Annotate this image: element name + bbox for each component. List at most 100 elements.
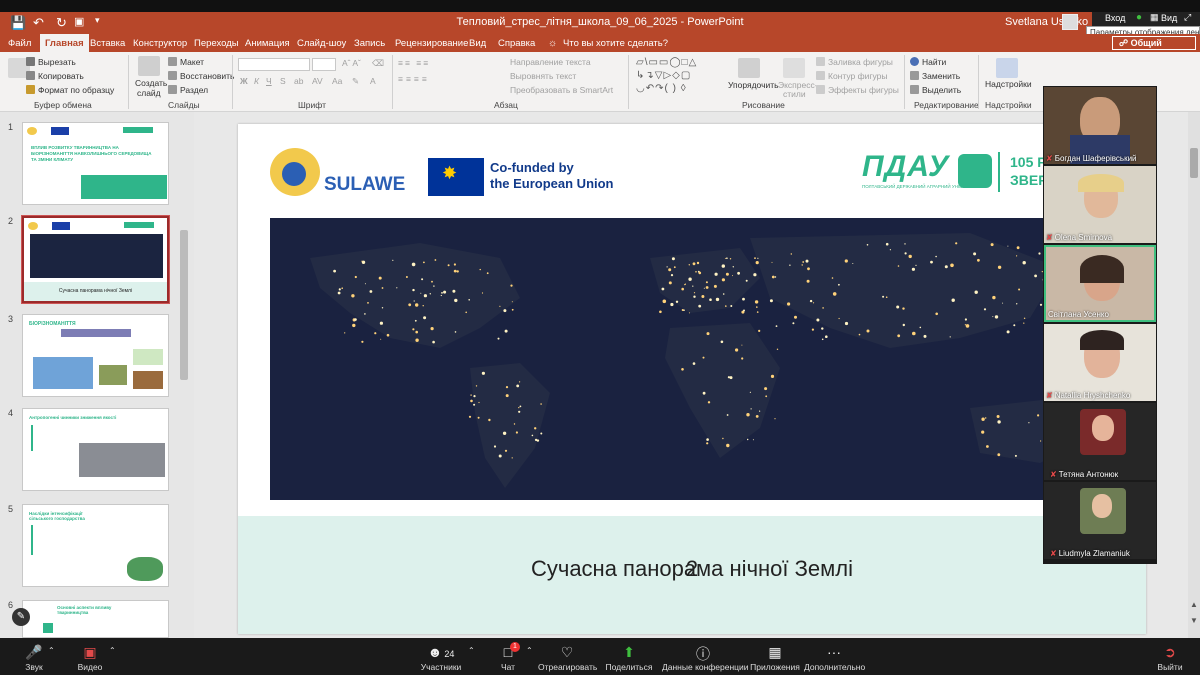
shape-outline-button[interactable]: Контур фигуры <box>816 71 887 81</box>
cut-label: Вырезать <box>38 57 76 67</box>
slide-scrollbar[interactable]: ▲ ▼ <box>1188 112 1200 638</box>
video-button[interactable]: ▣ Видео <box>70 638 110 672</box>
highlight-icon[interactable]: ✎ <box>352 76 359 87</box>
city-light <box>955 242 958 245</box>
underline-icon[interactable]: Ч <box>266 76 272 86</box>
participant-tile[interactable]: ✘ Богдан Шаферівський <box>1044 87 1156 164</box>
participant-tile-active-speaker[interactable]: Світлана Усенко <box>1044 245 1156 322</box>
copy-button[interactable]: Копировать <box>26 71 84 81</box>
format-painter-button[interactable]: Формат по образцу <box>26 85 114 95</box>
participant-tile[interactable]: ✘ Liudmyla Zlamaniuk <box>1044 482 1156 559</box>
replace-button[interactable]: Заменить <box>910 71 960 81</box>
prev-slide-icon[interactable]: ▲ <box>1190 600 1198 609</box>
zoom-view-label[interactable]: Вид <box>1161 13 1177 23</box>
share-button[interactable]: ☍ Общий доступ <box>1112 36 1196 60</box>
smartart-button[interactable]: Преобразовать в SmartArt <box>510 85 613 95</box>
shadow-icon[interactable]: S <box>280 76 286 86</box>
section-button[interactable]: Раздел <box>168 85 208 95</box>
quick-styles-icon[interactable] <box>783 58 805 78</box>
react-button[interactable]: ♡ Отреагировать <box>538 638 597 672</box>
font-color-icon[interactable]: A <box>370 76 376 86</box>
participant-tile[interactable]: ✘ Тетяна Антонюк <box>1044 403 1156 480</box>
current-slide[interactable]: SULAWE ✸ Co-funded by the European Union… <box>238 124 1146 634</box>
shape-effects-button[interactable]: Эффекты фигуры <box>816 85 899 95</box>
font-family-select[interactable] <box>238 58 310 71</box>
apps-button[interactable]: ▦ Приложения <box>750 638 800 672</box>
chat-button[interactable]: □ Чат <box>492 638 524 672</box>
pen-icon[interactable]: ✎ <box>12 608 30 626</box>
zoom-enter-label[interactable]: Вход <box>1105 13 1125 23</box>
meeting-info-button[interactable]: ⓘ Данные конференции <box>662 638 749 672</box>
participant-tile[interactable]: ✘ Olena Smirnova <box>1044 166 1156 243</box>
grow-font-icon[interactable]: Aˆ Aˇ <box>342 58 361 68</box>
account-avatar[interactable] <box>1062 14 1078 30</box>
participants-options-chevron-icon[interactable]: ⌃ <box>468 646 475 655</box>
city-light <box>701 295 705 298</box>
case-icon[interactable]: Aa <box>332 76 342 86</box>
align-text-button[interactable]: Выровнять текст <box>510 71 576 81</box>
italic-icon[interactable]: К <box>254 76 259 86</box>
tab-insert[interactable]: Вставка <box>90 38 125 49</box>
quick-styles-label-2[interactable]: стили <box>783 89 806 99</box>
clear-format-icon[interactable]: ⌫ <box>372 58 384 69</box>
participants-button[interactable]: ☻ 24 Участники <box>418 638 464 672</box>
city-light <box>930 260 933 264</box>
tab-record[interactable]: Запись <box>354 38 385 49</box>
replace-label: Заменить <box>922 71 961 81</box>
fullscreen-icon[interactable]: ⤢ <box>1184 12 1191 23</box>
addins-button-label[interactable]: Надстройки <box>985 79 1032 89</box>
cut-button[interactable]: Вырезать <box>26 57 76 67</box>
select-button[interactable]: Выделить <box>910 85 961 95</box>
new-slide-icon[interactable] <box>138 56 160 76</box>
bold-icon[interactable]: Ж <box>240 76 248 86</box>
slide-thumbnail-2[interactable]: Сучасна панорама нічної Землі <box>21 215 170 304</box>
arrange-label[interactable]: Упорядочить <box>728 80 779 90</box>
tab-slideshow[interactable]: Слайд-шоу <box>297 38 346 49</box>
city-light <box>405 276 408 278</box>
new-slide-label-2[interactable]: слайд <box>137 88 161 98</box>
slide-thumbnail-1[interactable]: ВПЛИВ РОЗВИТКУ ТВАРИННИЦТВА НА БІОРІЗНОМ… <box>22 122 169 205</box>
shapes-gallery[interactable]: ▱\▭▭◯□△ <box>636 57 697 68</box>
tab-review[interactable]: Рецензирование <box>395 38 468 49</box>
spacing-icon[interactable]: AV <box>312 76 323 86</box>
addins-icon[interactable] <box>996 58 1018 78</box>
scroll-thumb[interactable] <box>1190 148 1198 178</box>
layout-button[interactable]: Макет <box>168 57 204 67</box>
list-buttons-icon[interactable]: ≡≡ ≡≡ <box>398 58 430 68</box>
slide-thumbnail-6[interactable]: Основні аспекти впливу тваринництва <box>22 600 169 638</box>
audio-options-chevron-icon[interactable]: ⌃ <box>48 646 55 655</box>
tab-help[interactable]: Справка <box>498 38 535 49</box>
leave-button[interactable]: ➲ Выйти <box>1152 638 1188 672</box>
new-slide-label[interactable]: Создать <box>135 78 167 88</box>
tell-me-search[interactable]: Что вы хотите сделать? <box>563 38 668 49</box>
tab-transitions[interactable]: Переходы <box>194 38 239 49</box>
slide-thumbnail-4[interactable]: Антропогенні чинники зниження якості <box>22 408 169 491</box>
video-options-chevron-icon[interactable]: ⌃ <box>109 646 116 655</box>
slide-thumbnail-3[interactable]: БІОРІЗНОМАНІТТЯ <box>22 314 169 397</box>
shapes-gallery-row2[interactable]: ↳↴▽▷◇▢ <box>636 70 691 81</box>
audio-button[interactable]: 🎤 Звук <box>14 638 54 672</box>
tab-animations[interactable]: Анимация <box>245 38 290 49</box>
align-buttons-icon[interactable]: ≡≡≡≡ <box>398 74 430 84</box>
tab-home[interactable]: Главная <box>40 34 89 52</box>
shape-fill-button[interactable]: Заливка фигуры <box>816 57 893 67</box>
font-size-select[interactable] <box>312 58 336 71</box>
grid-icon[interactable]: ▦ <box>1150 12 1159 23</box>
tab-view[interactable]: Вид <box>469 38 486 49</box>
strikethrough-icon[interactable]: ab <box>294 76 303 86</box>
slide-thumbnail-5[interactable]: Наслідки інтенсифікації сільського госпо… <box>22 504 169 587</box>
share-screen-button[interactable]: ⬆ Поделиться <box>604 638 654 672</box>
arrange-icon[interactable] <box>738 58 760 78</box>
thumbnails-scrollbar[interactable] <box>180 230 188 380</box>
next-slide-icon[interactable]: ▼ <box>1190 616 1198 625</box>
city-light <box>743 309 745 312</box>
chat-options-chevron-icon[interactable]: ⌃ <box>526 646 533 655</box>
find-button[interactable]: Найти <box>910 57 946 67</box>
tab-file[interactable]: Файл <box>8 38 31 49</box>
more-button[interactable]: ··· Дополнительно <box>804 638 865 672</box>
tab-design[interactable]: Конструктор <box>133 38 187 49</box>
reset-button[interactable]: Восстановить <box>168 71 234 81</box>
participant-tile[interactable]: ✘ Natallia Hryshchenko <box>1044 324 1156 401</box>
text-direction-button[interactable]: Направление текста <box>510 57 591 67</box>
shapes-gallery-row3[interactable]: ◡↶↷( ) ◊ <box>636 83 687 94</box>
